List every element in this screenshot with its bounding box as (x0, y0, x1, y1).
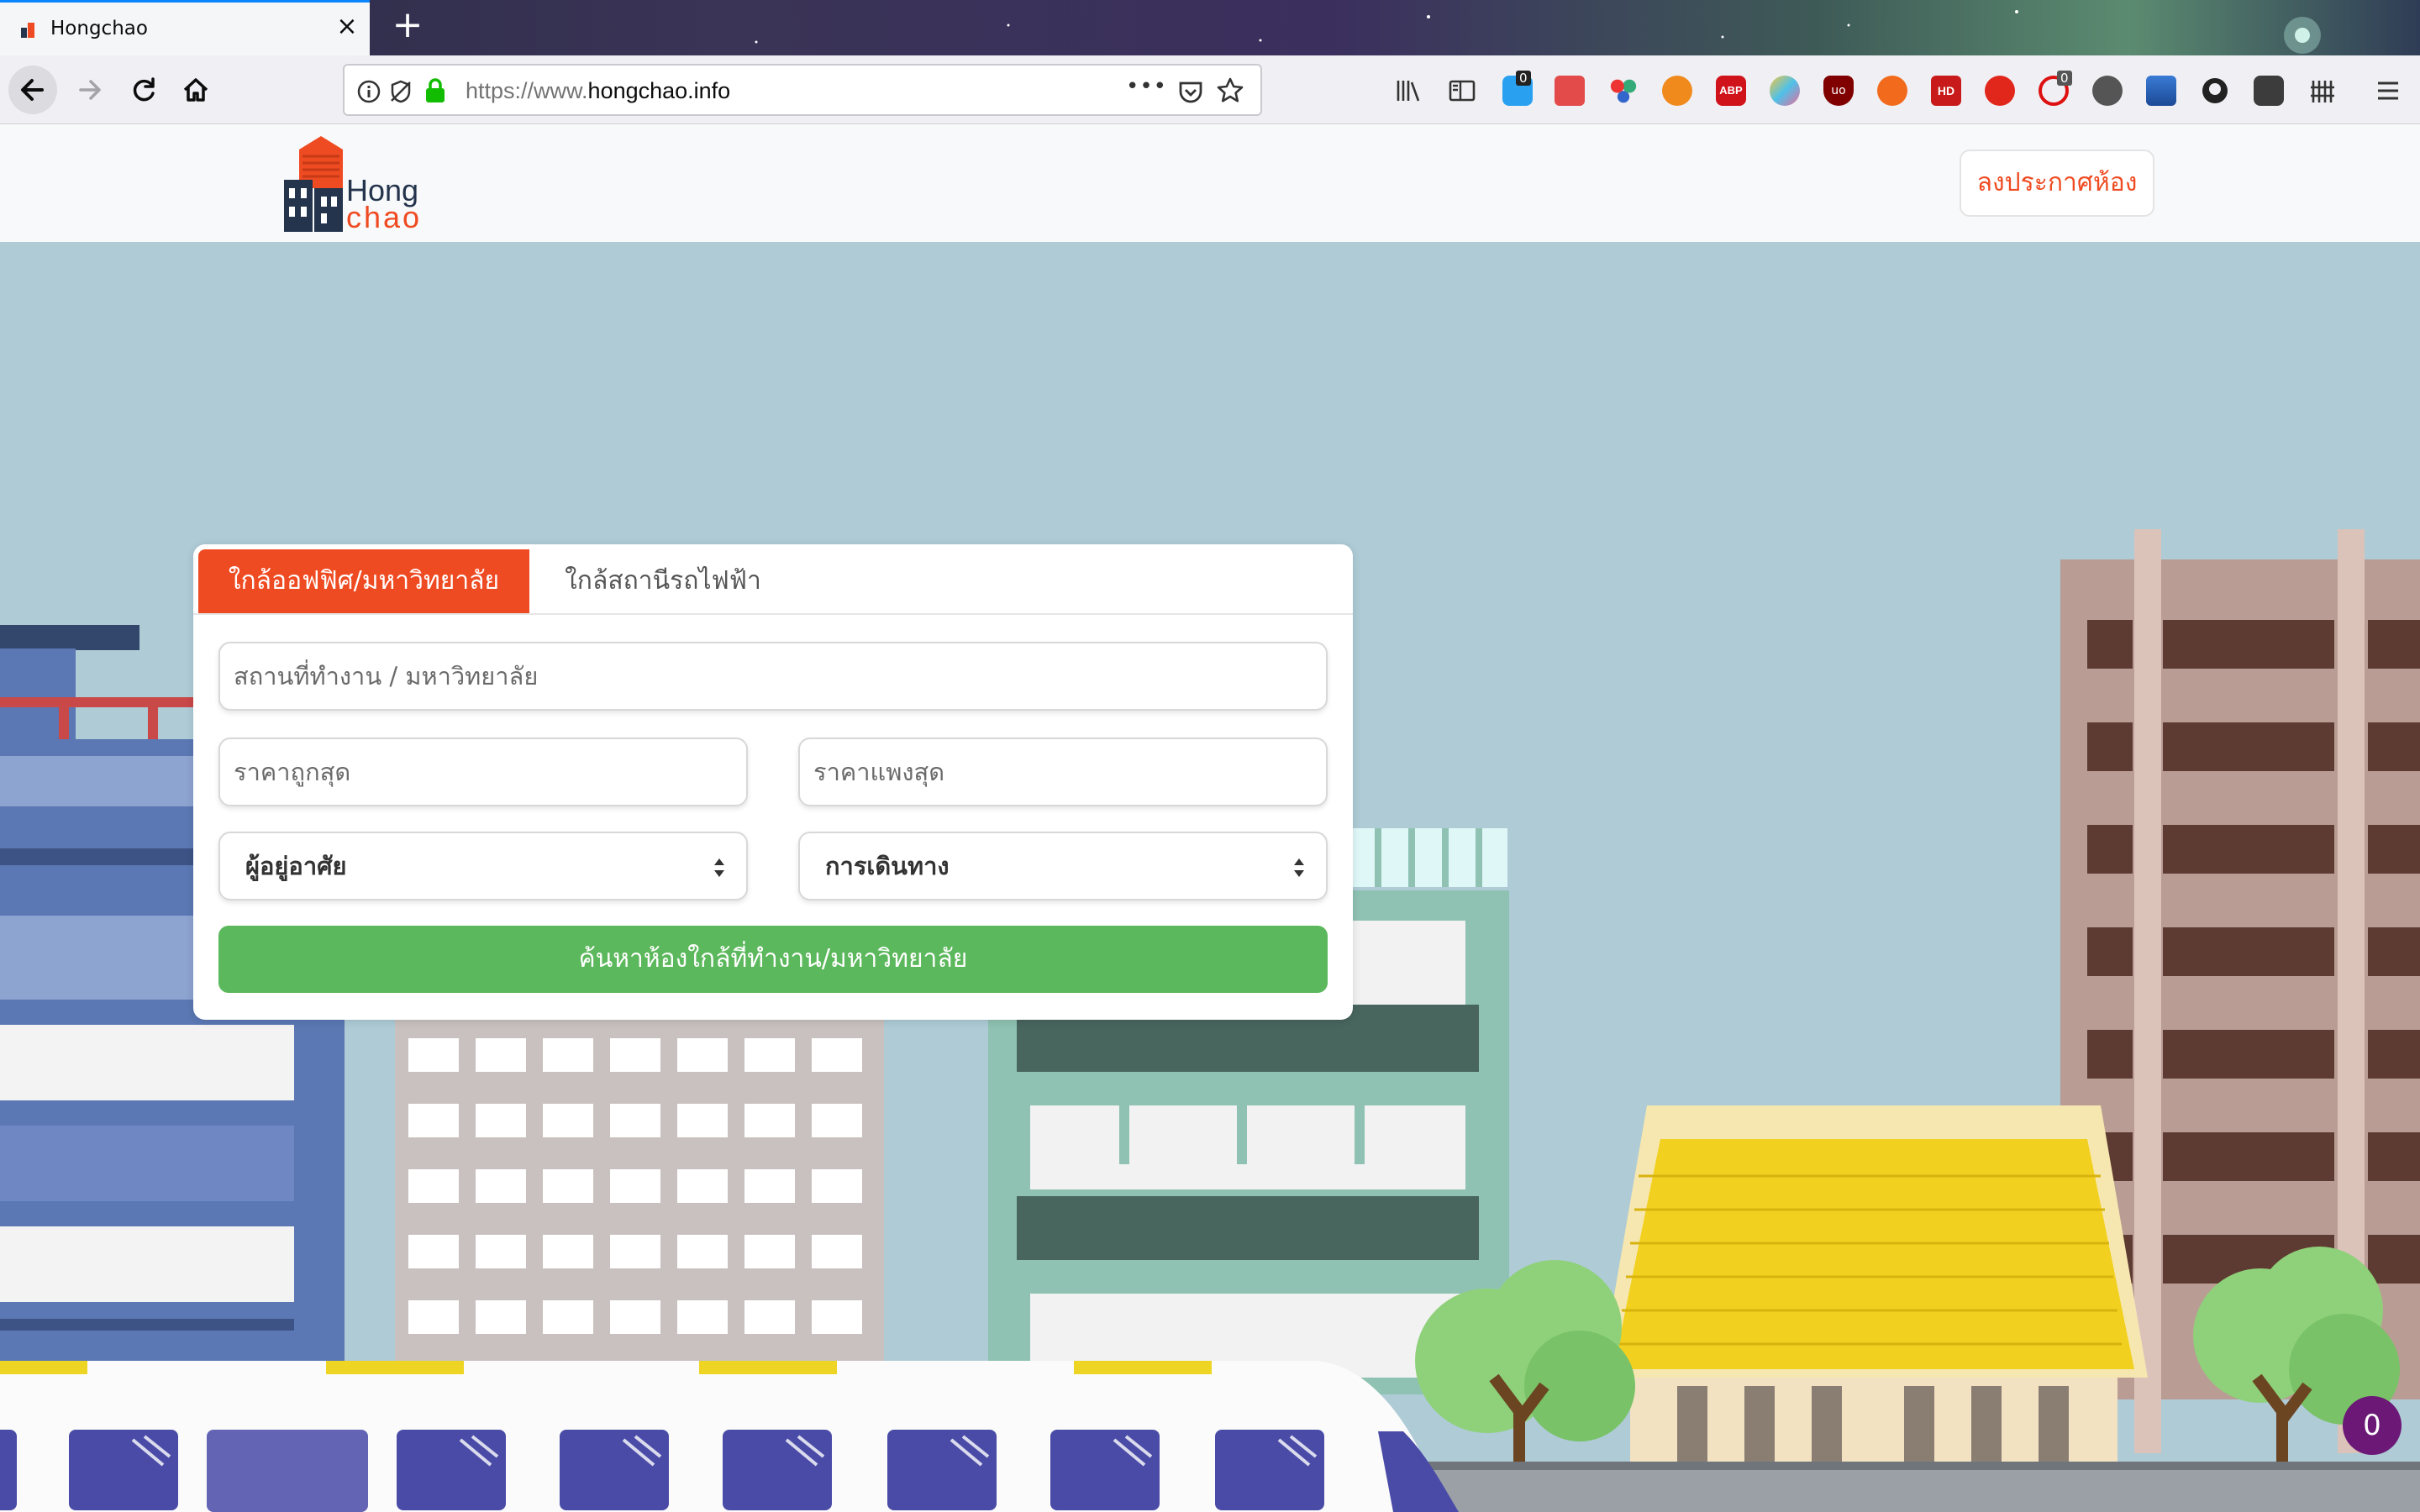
ublock-origin-icon[interactable]: uo (1823, 76, 1854, 106)
burst-extension-icon[interactable] (1877, 76, 1907, 106)
orange-extension-icon[interactable] (1662, 76, 1692, 106)
reload-icon (133, 77, 155, 102)
tab-divider (193, 613, 1353, 615)
sidebar-icon[interactable] (1447, 76, 1477, 106)
red-circle-extension-icon[interactable] (1985, 76, 2015, 106)
blocker-extension-icon[interactable]: 0 (2039, 71, 2072, 106)
max-price-input[interactable]: ราคาแพงสุด (798, 738, 1328, 806)
notification-badge[interactable]: 0 (2343, 1396, 2402, 1455)
extension-badge: 0 (2057, 71, 2072, 86)
fence-extension-icon[interactable] (2307, 76, 2338, 106)
resident-type-value: ผู้อยู่อาศัย (245, 852, 347, 880)
reload-button[interactable] (121, 67, 166, 113)
page-actions-icon[interactable]: ••• (1126, 74, 1167, 99)
containers-extension-icon[interactable]: 0 (1502, 71, 1533, 106)
library-icon[interactable] (1393, 76, 1423, 106)
tracking-protection-icon[interactable] (388, 79, 413, 104)
screenshot-extension-icon[interactable] (1555, 76, 1585, 106)
url-scheme: https://www. (466, 78, 588, 103)
browser-tab-hongchao[interactable]: Hongchao × (0, 0, 370, 55)
resident-type-select[interactable]: ผู้อยู่อาศัย (218, 832, 748, 900)
browser-tab-strip: Hongchao × + (0, 0, 2420, 55)
post-room-button[interactable]: ลงประกาศห้อง (1960, 150, 2154, 217)
hongchao-favicon-icon (21, 23, 34, 38)
color-picker-extension-icon[interactable] (1608, 76, 1639, 106)
ghost-extension-icon[interactable] (2092, 76, 2123, 106)
close-tab-icon[interactable]: × (333, 13, 361, 41)
transportation-select[interactable]: การเดินทาง (798, 832, 1328, 900)
transportation-value: การเดินทาง (825, 852, 950, 880)
extension-badge: 0 (1516, 71, 1531, 86)
arrow-right-icon (79, 80, 101, 100)
back-button[interactable] (8, 66, 57, 114)
select-arrows-icon (714, 858, 724, 877)
select-arrows-icon (1294, 858, 1304, 877)
pocket-icon[interactable] (1176, 77, 1205, 106)
site-header: Hong chao ลงประกาศห้อง (0, 124, 2420, 242)
hamburger-menu-icon[interactable] (2373, 76, 2403, 106)
tab-near-office-university[interactable]: ใกล้ออฟฟิศ/มหาวิทยาลัย (198, 549, 529, 613)
evernote-extension-icon[interactable] (2254, 76, 2284, 106)
adblock-plus-icon[interactable]: ABP (1716, 76, 1746, 106)
hongchao-logo[interactable]: Hong chao (281, 133, 432, 234)
blue-extension-icon[interactable] (2146, 76, 2176, 106)
tab-title: Hongchao (50, 18, 148, 39)
tab-near-skytrain-station[interactable]: ใกล้สถานีรถไฟฟ้า (529, 549, 797, 613)
new-tab-button[interactable]: + (388, 7, 427, 45)
lock-icon[interactable] (424, 77, 447, 104)
forward-button[interactable] (67, 67, 113, 113)
github-icon[interactable] (2200, 76, 2230, 106)
min-price-input[interactable]: ราคาถูกสุด (218, 738, 748, 806)
url-text[interactable]: https://www.hongchao.info (466, 78, 730, 104)
url-domain: hongchao.info (587, 78, 731, 103)
arrow-left-icon (21, 79, 44, 101)
search-rooms-button[interactable]: ค้นหาห้องใกล้ที่ทำงาน/มหาวิทยาลัย (218, 926, 1328, 993)
workplace-university-input[interactable]: สถานที่ทำงาน / มหาวิทยาลัย (218, 642, 1328, 711)
bookmark-star-icon[interactable] (1215, 76, 1245, 106)
hd-extension-icon[interactable]: HD (1931, 76, 1961, 106)
browser-toolbar: https://www.hongchao.info ••• 0 ABP uo H… (0, 55, 2420, 124)
logo-text-chao: chao (346, 200, 423, 234)
home-button[interactable] (173, 67, 218, 113)
home-icon (183, 78, 208, 102)
room-search-card: ใกล้ออฟฟิศ/มหาวิทยาลัย ใกล้สถานีรถไฟฟ้า … (193, 544, 1353, 1020)
heart-extension-icon[interactable] (1770, 76, 1800, 106)
info-icon[interactable] (356, 79, 381, 104)
address-bar[interactable]: https://www.hongchao.info ••• (343, 64, 1262, 116)
